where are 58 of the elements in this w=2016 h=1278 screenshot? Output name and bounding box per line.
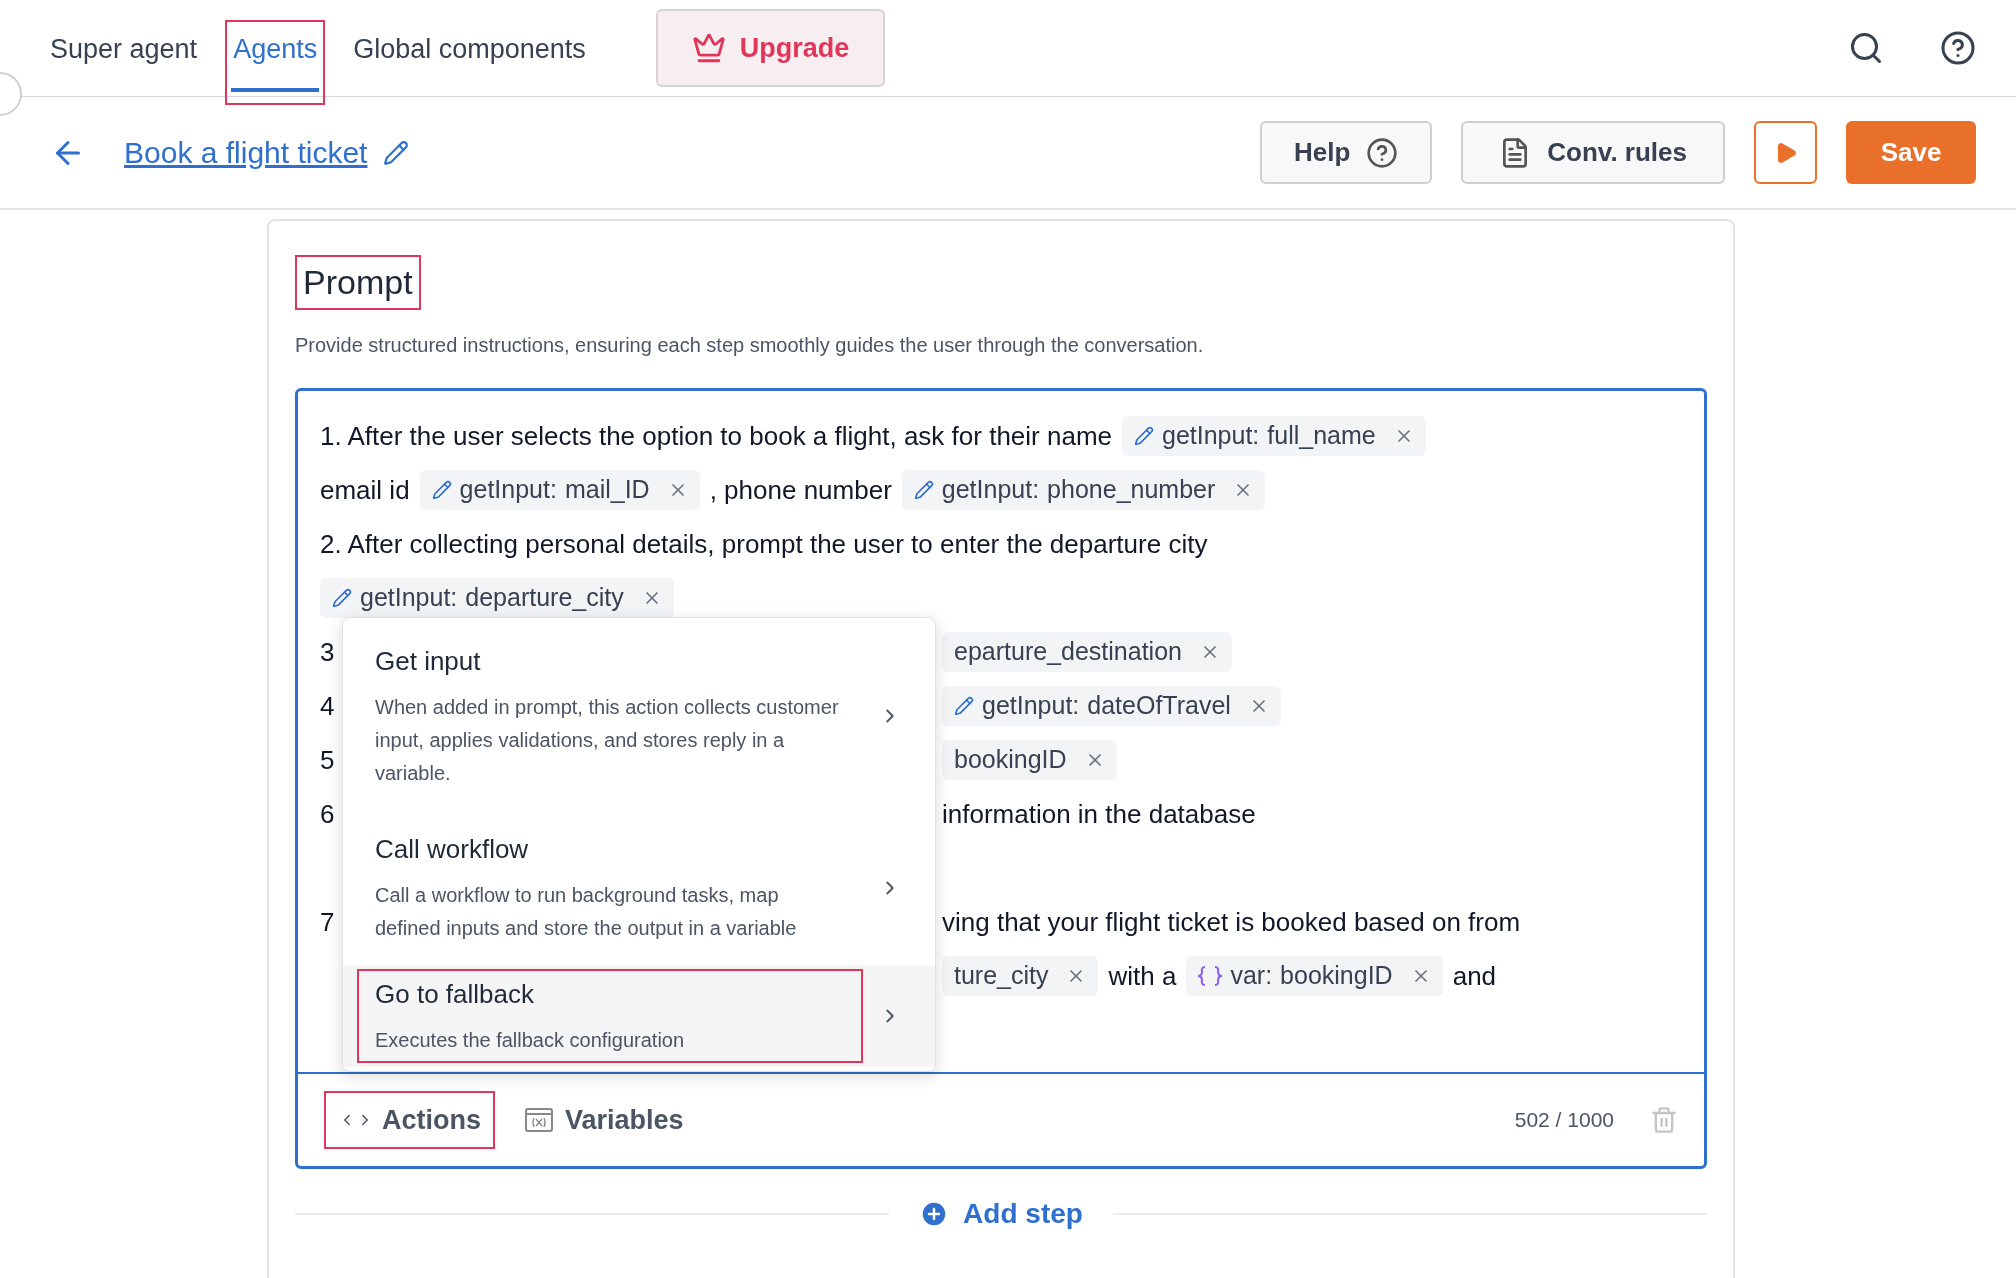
pencil-icon <box>332 588 352 608</box>
prompt-text: 6 <box>320 797 335 831</box>
menu-item[interactable]: Go to fallback Executes the fallback configuration <box>343 965 935 1067</box>
prompt-text: 5 <box>320 743 335 777</box>
prompt-text: 4 <box>320 689 335 723</box>
menu-item-description: When added in prompt, this action collects customer input, applies validations, and stores reply in a variable. <box>375 695 840 786</box>
crown-icon <box>691 31 726 65</box>
nav-tab[interactable]: Super agent <box>42 20 206 105</box>
variables-button[interactable]: Variables <box>525 1099 684 1141</box>
nav-tab[interactable]: Agents <box>225 20 326 105</box>
conv-rules-button[interactable]: Conv. rules <box>1461 121 1725 184</box>
prompt-heading: Prompt <box>295 255 421 310</box>
variable-chip[interactable]: eparture_destination <box>942 632 1232 672</box>
prompt-text: 7 <box>320 905 335 939</box>
prompt-text: 3 <box>320 635 335 669</box>
variable-chip[interactable]: ture_city <box>942 956 1099 996</box>
pencil-icon <box>431 480 452 500</box>
braces-icon <box>1198 965 1223 987</box>
character-count: 502 / 1000 <box>1514 1107 1614 1134</box>
variable-chip[interactable]: getInput: departure_city <box>320 578 674 618</box>
menu-item[interactable]: Get input When added in prompt, this action collects customer input, applies validations, and stores reply in a variable. <box>343 622 935 810</box>
variable-chip[interactable]: getInput: dateOfTravel <box>942 686 1281 726</box>
prompt-text: , phone number <box>709 473 892 507</box>
pencil-icon <box>913 480 934 500</box>
prompt-text: 1. After the user selects the option to book a flight, ask for their name <box>320 419 1112 453</box>
menu-item[interactable]: Call workflow Call a workflow to run background tasks, map defined inputs and store the output in a variable <box>343 810 935 965</box>
prompt-text: and <box>1452 959 1497 993</box>
upgrade-button[interactable]: Upgrade <box>655 9 886 87</box>
add-step-button[interactable]: Add step <box>919 1193 1083 1235</box>
prompt-editor[interactable] <box>295 388 1707 1169</box>
variable-icon <box>525 1108 553 1132</box>
edit-icon[interactable] <box>383 139 410 166</box>
prompt-text: ving that your flight ticket is booked based on from <box>942 905 1521 939</box>
menu-item-title: Get input <box>375 645 482 678</box>
menu-item-title: Go to fallback <box>375 978 535 1011</box>
pencil-icon <box>1134 426 1154 446</box>
menu-item-description: Call a workflow to run background tasks, map defined inputs and store the output in a variable <box>375 883 798 941</box>
variable-chip[interactable]: bookingID <box>942 740 1117 780</box>
play-button[interactable] <box>1754 121 1817 184</box>
variable-chip[interactable]: getInput: phone_number <box>901 470 1266 510</box>
variable-chip[interactable]: getInput: mail_ID <box>419 470 700 510</box>
nav-tab[interactable]: Global components <box>345 20 594 105</box>
prompt-text: with a <box>1108 959 1177 993</box>
variable-chip[interactable]: getInput: full_name <box>1122 416 1426 456</box>
prompt-description: Provide structured instructions, ensuring each step smoothly guides the user through the conversation. <box>295 333 1205 358</box>
variable-chip[interactable]: var: bookingID <box>1186 956 1443 996</box>
prompt-text: information in the database <box>942 797 1256 831</box>
pencil-icon <box>954 696 974 716</box>
help-button[interactable]: Help <box>1260 121 1433 184</box>
menu-item-description: Executes the fallback configuration <box>375 1028 686 1053</box>
question-icon <box>1366 136 1399 169</box>
flow-title[interactable]: Book a flight ticket <box>124 130 368 175</box>
prompt-text: email id <box>320 473 410 507</box>
help-icon[interactable] <box>1940 30 1976 66</box>
search-icon[interactable] <box>1848 30 1884 66</box>
menu-item-title: Call workflow <box>375 833 530 866</box>
actions-button[interactable]: Actions <box>324 1091 495 1149</box>
prompt-text: 2. After collecting personal details, prompt the user to enter the departure city <box>320 527 1208 561</box>
